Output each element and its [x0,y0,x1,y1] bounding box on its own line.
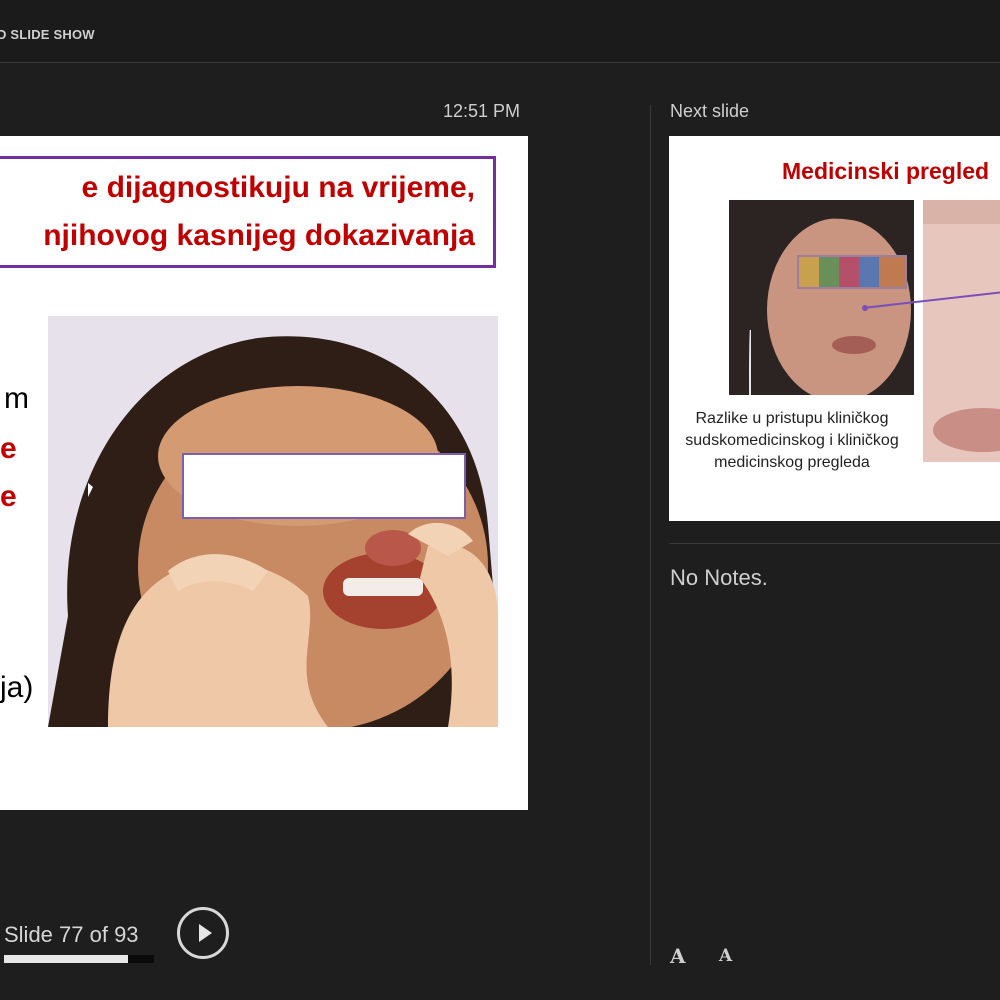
notes-divider [669,543,1000,544]
slide-title-line-1: e dijagnostikuju na vrijeme, [81,171,475,204]
slide-body-text-2: e [0,432,17,465]
slide-title-line-2: njihovog kasnijeg dokazivanja [43,219,475,252]
current-slide[interactable]: e dijagnostikuju na vrijeme, njihovog ka… [0,136,528,810]
next-slide-label: Next slide [670,101,750,121]
mouse-cursor-icon [88,483,93,497]
next-slide-photo-closeup [923,200,1000,462]
next-slide-preview[interactable]: Medicinski pregled Razlike u pristupu kl… [669,136,1000,521]
slide-body-text-4: ja) [0,671,34,704]
speaker-notes[interactable]: No Notes. [670,565,768,591]
presenter-view: D SLIDE SHOW 12:51 PM Next slide e dijag… [0,0,1000,1000]
decrease-font-button[interactable]: A [719,946,732,966]
next-slide-title: Medicinski pregled [782,158,990,184]
advance-slide-button[interactable] [177,907,229,959]
slide-progress-fill [4,955,129,963]
top-bar: D SLIDE SHOW [0,0,1000,63]
slide-photo [48,316,498,727]
slide-show-menu[interactable]: D SLIDE SHOW [0,27,95,42]
slide-progress-bar [4,955,154,963]
face-redaction-box [182,453,466,519]
slide-body-text-3: e [0,480,17,513]
play-icon [199,924,212,942]
pane-divider[interactable] [650,105,651,965]
increase-font-button[interactable]: A [670,944,686,968]
slide-counter[interactable]: Slide 77 of 93 [4,922,139,948]
clock: 12:51 PM [443,101,521,121]
next-slide-arrow [862,291,1000,311]
slide-body-text-1: m [4,382,29,415]
next-slide-caption: Razlike u pristupu kliničkog sudskomedic… [685,410,899,471]
slide-title-box: e dijagnostikuju na vrijeme, njihovog ka… [0,156,496,268]
